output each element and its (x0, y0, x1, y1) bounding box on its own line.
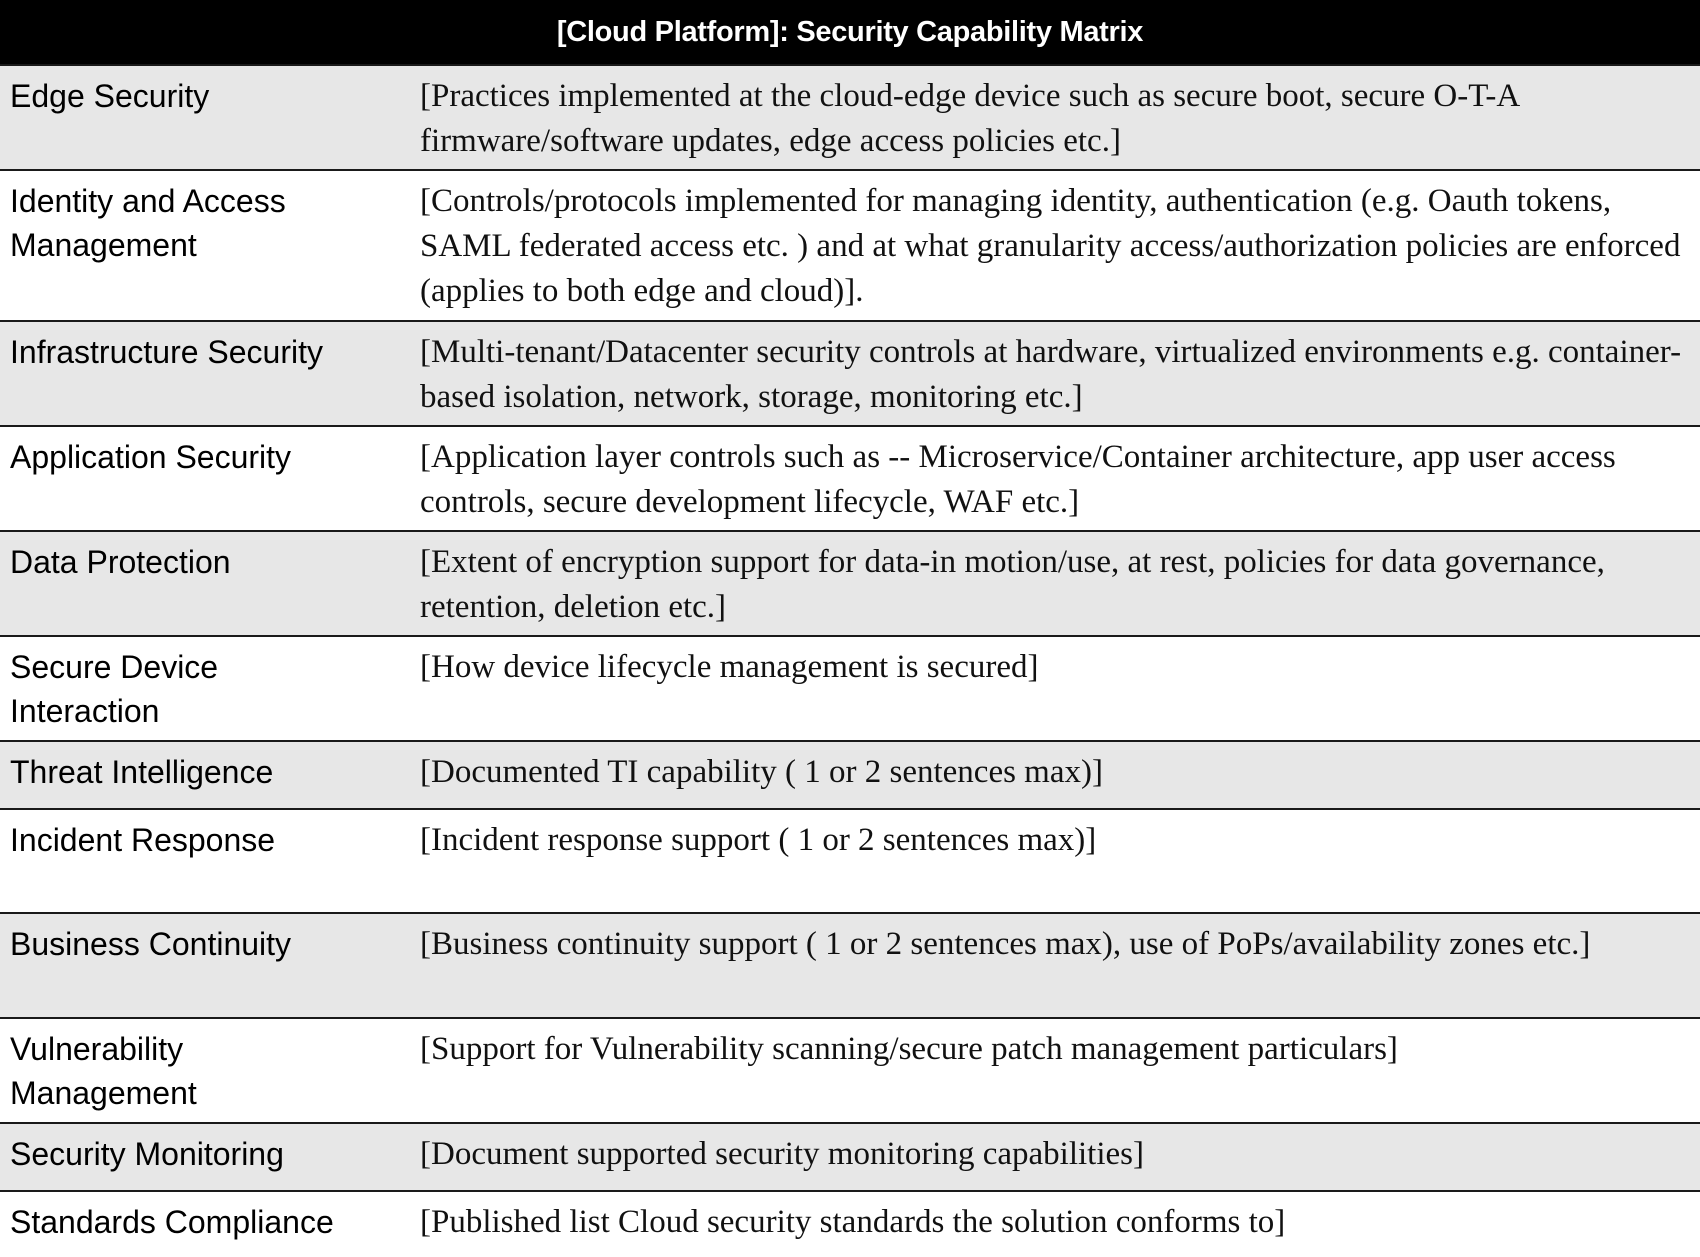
row-description: [Practices implemented at the cloud-edge… (420, 78, 1519, 159)
row-description: [Published list Cloud security standards… (420, 1204, 1286, 1240)
table-row-security-monitoring: Security Monitoring [Document supported … (0, 1122, 1700, 1190)
row-description: [How device lifecycle management is secu… (420, 649, 1039, 685)
table-row-vulnerability-management: Vulnerability Management [Support for Vu… (0, 1017, 1700, 1122)
row-description: [Support for Vulnerability scanning/secu… (420, 1031, 1398, 1067)
table-row-identity-access: Identity and Access Management [Controls… (0, 169, 1700, 320)
row-description: [Extent of encryption support for data-i… (420, 544, 1605, 625)
table-row-edge-security: Edge Security [Practices implemented at … (0, 64, 1700, 169)
row-label: Standards Compliance (10, 1204, 334, 1240)
table-row-standards-compliance: Standards Compliance [Published list Clo… (0, 1190, 1700, 1257)
table-row-infrastructure-security: Infrastructure Security [Multi-tenant/Da… (0, 320, 1700, 425)
row-description: [Documented TI capability ( 1 or 2 sente… (420, 754, 1103, 790)
row-description: [Multi-tenant/Datacenter security contro… (420, 334, 1682, 415)
row-label: Business Continuity (10, 926, 292, 962)
table-row-threat-intelligence: Threat Intelligence [Documented TI capab… (0, 740, 1700, 808)
table-row-business-continuity: Business Continuity [Business continuity… (0, 912, 1700, 1017)
row-label: Application Security (10, 439, 292, 475)
matrix-title: [Cloud Platform]: Security Capability Ma… (0, 0, 1700, 64)
row-label: Security Monitoring (10, 1136, 284, 1172)
row-label: Incident Response (10, 822, 276, 858)
table-row-application-security: Application Security [Application layer … (0, 425, 1700, 530)
row-label: Secure Device Interaction (10, 649, 219, 729)
table-row-data-protection: Data Protection [Extent of encryption su… (0, 530, 1700, 635)
table-row-secure-device-interaction: Secure Device Interaction [How device li… (0, 635, 1700, 740)
row-label: Infrastructure Security (10, 334, 323, 370)
table-row-incident-response: Incident Response [Incident response sup… (0, 808, 1700, 912)
row-description: [Incident response support ( 1 or 2 sent… (420, 822, 1097, 858)
row-label: Vulnerability Management (10, 1031, 197, 1111)
row-label: Data Protection (10, 544, 231, 580)
row-label: Identity and Access Management (10, 183, 286, 263)
row-description: [Application layer controls such as -- M… (420, 439, 1616, 520)
row-description: [Business continuity support ( 1 or 2 se… (420, 926, 1591, 962)
row-description: [Document supported security monitoring … (420, 1136, 1144, 1172)
row-label: Edge Security (10, 78, 210, 114)
row-description: [Controls/protocols implemented for mana… (420, 183, 1681, 309)
row-label: Threat Intelligence (10, 754, 274, 790)
